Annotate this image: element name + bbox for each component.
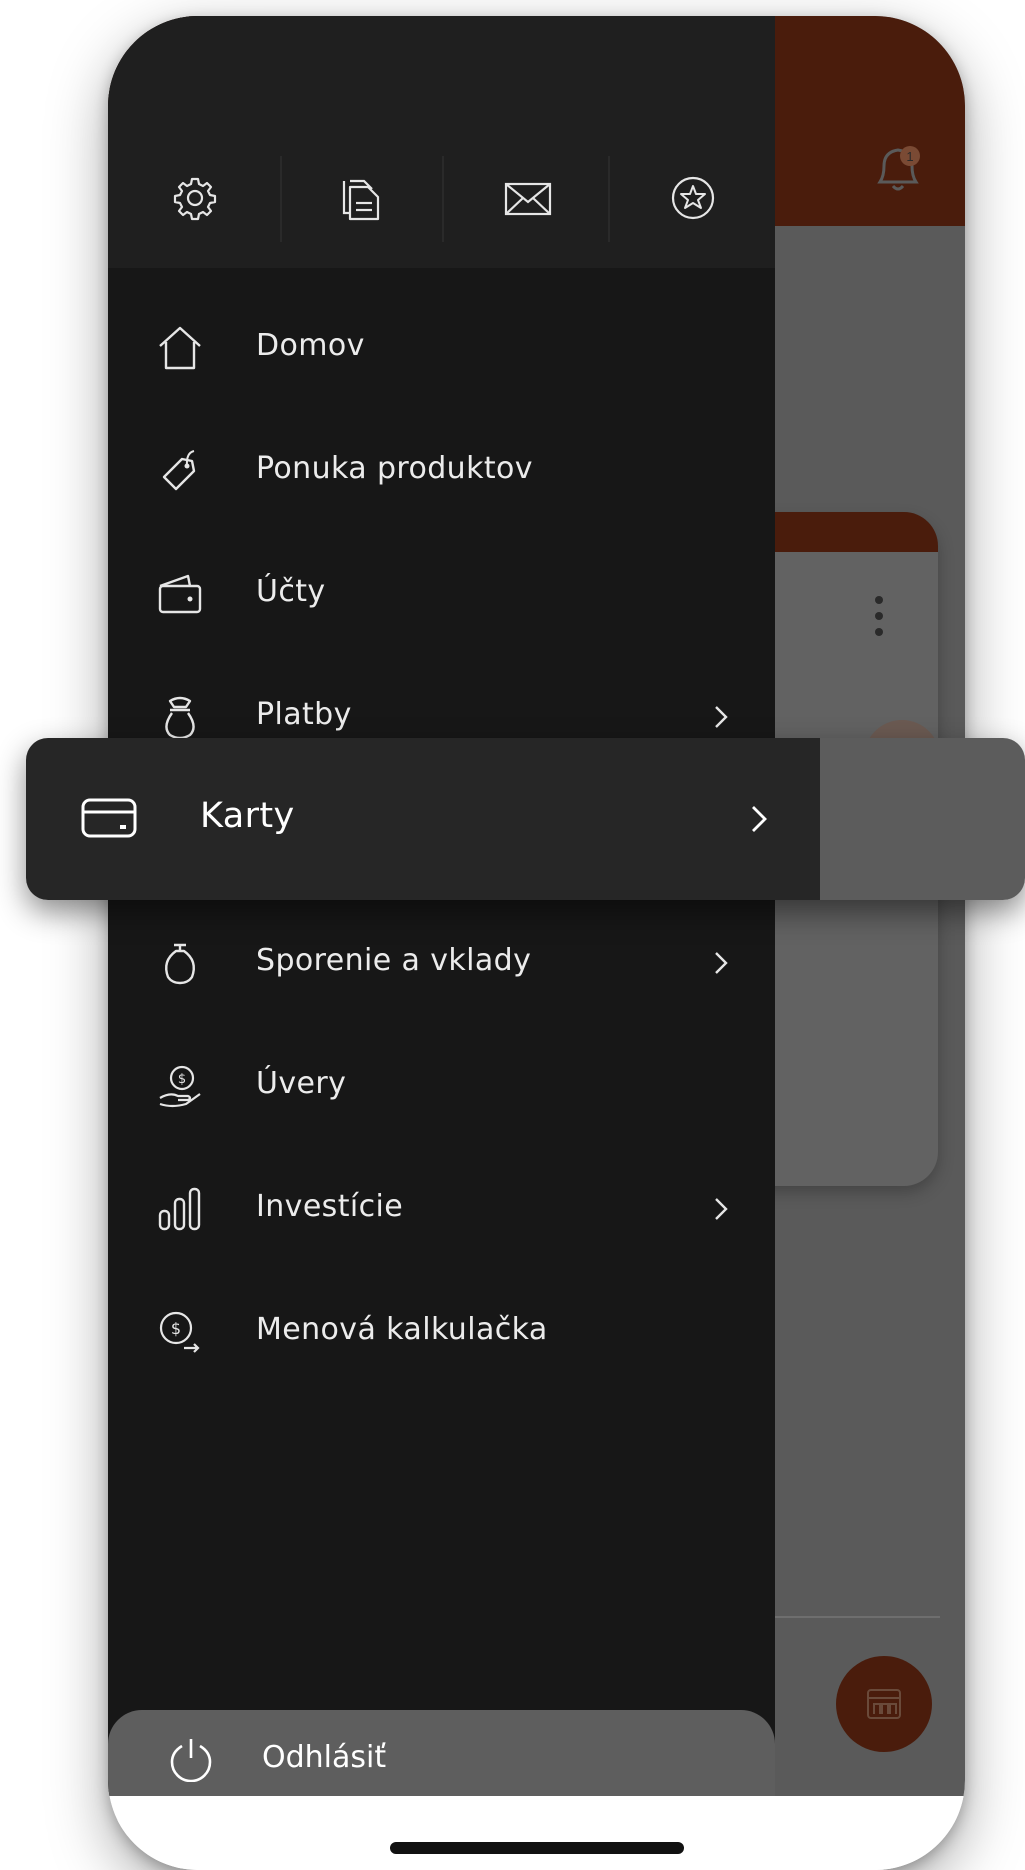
documents-button[interactable] [288, 144, 438, 252]
wallet-icon [158, 574, 202, 614]
menu-item-sporenie-a-vklady[interactable]: Sporenie a vklady [108, 901, 775, 1024]
notification-bell-icon[interactable]: 1 [870, 138, 930, 198]
bars-icon [158, 1187, 201, 1231]
separator [280, 156, 282, 242]
menu-item-ucty[interactable]: Účty [108, 532, 775, 655]
quick-actions-bar [108, 16, 775, 268]
menu-item-domov[interactable]: Domov [108, 286, 775, 409]
svg-text:$: $ [171, 1319, 181, 1338]
power-icon [170, 1739, 212, 1782]
menu-item-label: Platby [256, 697, 352, 732]
separator [608, 156, 610, 242]
credit-card-icon [81, 798, 137, 838]
payment-pouch-icon [165, 696, 195, 740]
menu-item-uvery[interactable]: $ Úvery [108, 1024, 775, 1147]
menu-item-label: Sporenie a vklady [256, 943, 532, 978]
menu-item-label: Karty [200, 796, 295, 836]
calendar-grid-icon [867, 1689, 901, 1719]
navigation-drawer: Domov Ponuka produktov Účty Platby Spore… [108, 16, 775, 1820]
menu-item-ponuka-produktov[interactable]: Ponuka produktov [108, 409, 775, 532]
menu-item-label: Ponuka produktov [256, 451, 533, 486]
highlight-panel [26, 738, 820, 900]
menu-item-label: Menová kalkulačka [256, 1312, 548, 1347]
price-tag-icon [162, 450, 196, 491]
benefits-button[interactable] [618, 144, 768, 252]
notification-count: 1 [906, 149, 913, 164]
fab-button[interactable] [836, 1656, 932, 1752]
menu-item-menova-kalkulacka[interactable]: $ Menová kalkulačka [108, 1270, 775, 1393]
settings-button[interactable] [120, 144, 270, 252]
currency-exchange-icon: $ [159, 1311, 200, 1353]
menu-item-investicie[interactable]: Investície [108, 1147, 775, 1270]
home-icon [159, 326, 201, 370]
star-badge-icon [671, 176, 715, 220]
envelope-icon [504, 182, 552, 216]
menu-item-label: Investície [256, 1189, 404, 1224]
home-indicator[interactable] [390, 1842, 684, 1854]
chevron-right-icon [715, 952, 728, 974]
home-indicator-area [108, 1796, 965, 1870]
documents-icon [342, 179, 380, 221]
more-options-icon[interactable] [874, 596, 884, 640]
menu-item-label: Domov [256, 328, 365, 363]
svg-text:$: $ [178, 1072, 186, 1087]
chevron-right-icon [715, 1198, 728, 1220]
highlight-background-overlay [820, 738, 1025, 900]
messages-button[interactable] [453, 144, 603, 252]
menu-item-karty[interactable]: Karty [26, 738, 1025, 900]
menu-item-label: Účty [256, 574, 326, 609]
menu-item-label: Úvery [256, 1066, 347, 1101]
gear-icon [173, 177, 217, 221]
logout-label: Odhlásiť [262, 1740, 387, 1775]
phone-frame: 1 Domov Ponuka produktov Účty Platby Spo… [108, 16, 965, 1870]
savings-pot-icon [165, 943, 195, 985]
chevron-right-icon [752, 806, 767, 832]
separator [442, 156, 444, 242]
chevron-right-icon [715, 706, 728, 728]
loan-hand-icon: $ [159, 1065, 201, 1108]
